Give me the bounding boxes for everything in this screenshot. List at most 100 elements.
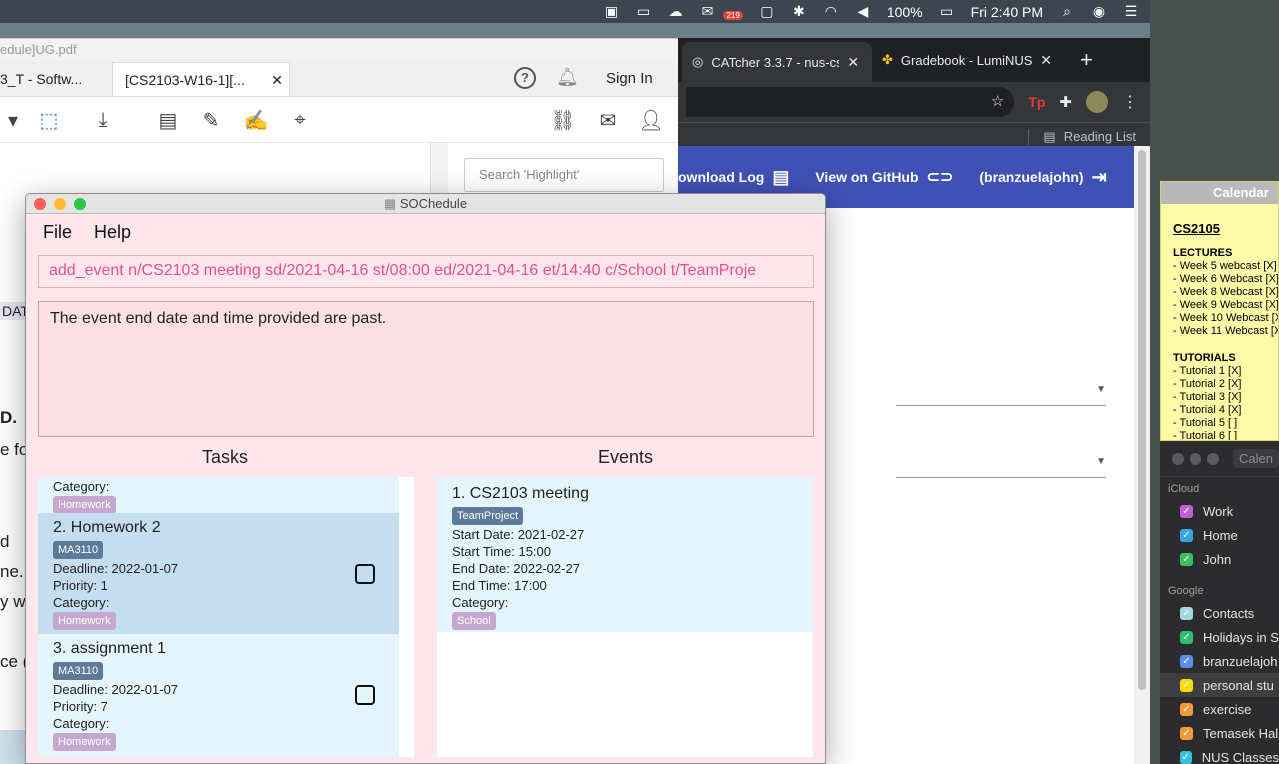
link-icon: ⊂⊃: [926, 169, 954, 186]
calendar-checkbox[interactable]: ✓: [1180, 750, 1192, 764]
dropdown-icon[interactable]: ▾: [0, 107, 26, 133]
extension-tp-icon[interactable]: Tp: [1028, 94, 1045, 110]
list-item[interactable]: 3. assignment 1 MA3110 Deadline: 2022-01…: [38, 634, 399, 757]
pdf-text-fragment: d: [0, 532, 10, 551]
close-window-button[interactable]: [34, 198, 46, 210]
bell-icon[interactable]: 🔔︎: [556, 67, 579, 88]
calendar-checkbox[interactable]: ✓: [1180, 504, 1193, 518]
draw-icon[interactable]: ✍: [243, 107, 269, 133]
zoom-window-button[interactable]: [74, 198, 86, 210]
battery-percent[interactable]: 100%: [887, 4, 923, 20]
minimize-window-button[interactable]: [54, 198, 66, 210]
logout-button[interactable]: (branzuelajohn) ⇥: [979, 167, 1106, 188]
select-tool-icon[interactable]: ⬚: [36, 107, 62, 133]
calendar-checkbox[interactable]: ✓: [1180, 528, 1193, 542]
dropdown-select[interactable]: ▼: [896, 450, 1106, 478]
close-window-button[interactable]: [1172, 452, 1184, 465]
calendar-checkbox[interactable]: ✓: [1180, 654, 1193, 668]
bookmark-star-icon[interactable]: ☆: [991, 92, 1004, 110]
event-list[interactable]: 1. CS2103 meeting TeamProject Start Date…: [437, 477, 813, 757]
page-scrollbar[interactable]: [1134, 146, 1150, 764]
note-line: - Week 9 Webcast [X]: [1173, 299, 1279, 311]
wifi-icon[interactable]: ◠: [823, 3, 839, 20]
window-icon[interactable]: ▢: [759, 3, 775, 20]
close-icon[interactable]: ✕: [271, 72, 283, 89]
dropdown-select[interactable]: ▼: [896, 378, 1106, 406]
note-line: - Week 8 Webcast [X]: [1173, 286, 1279, 298]
calendar-checkbox[interactable]: ✓: [1180, 726, 1193, 740]
task-title: 3. assignment 1: [53, 640, 166, 657]
email-icon[interactable]: ✉: [595, 107, 621, 133]
volume-icon[interactable]: ◀: [855, 3, 871, 20]
display-icon[interactable]: ▭: [635, 3, 651, 20]
scrollbar-thumb[interactable]: [1138, 150, 1146, 690]
profile-avatar[interactable]: [1086, 91, 1108, 113]
add-user-icon[interactable]: 👤︎: [638, 107, 664, 133]
calendar-checkbox[interactable]: ✓: [1180, 606, 1193, 620]
pdf-tab-active[interactable]: [CS2103-W16-1][... ✕: [112, 62, 290, 96]
calendar-checkbox[interactable]: ✓: [1180, 678, 1193, 692]
cloud-icon[interactable]: ☁: [667, 3, 683, 20]
pdf-tab[interactable]: 3_T - Softw...: [0, 62, 112, 96]
minimize-window-button[interactable]: [1189, 452, 1202, 465]
calendar-item[interactable]: ✓ personal stu: [1160, 673, 1279, 697]
extensions-puzzle-icon[interactable]: ✚: [1059, 93, 1072, 111]
list-item[interactable]: 1. CS2103 meeting TeamProject Start Date…: [437, 477, 813, 632]
calendar-item[interactable]: ✓ John: [1160, 547, 1279, 571]
stickies-note: Calendar CS2105 LECTURES - Week 5 webcas…: [1160, 181, 1279, 441]
event-tag: TeamProject: [452, 507, 524, 525]
calendar-item[interactable]: ✓ branzuelajoh: [1160, 649, 1279, 673]
browser-tab-active[interactable]: ◎ CATcher 3.3.7 - nus-cs ✕: [682, 42, 872, 82]
note-line: - Tutorial 2 [X]: [1173, 378, 1242, 390]
menu-help[interactable]: Help: [94, 222, 131, 243]
more-menu-icon[interactable]: ⋮: [1122, 92, 1138, 112]
pdf-search-input[interactable]: Search 'Highlight': [464, 158, 664, 192]
mail-icon[interactable]: ✉: [699, 3, 715, 20]
address-bar[interactable]: ☆: [686, 87, 1015, 117]
screen-record-icon[interactable]: ▣: [603, 3, 619, 20]
close-icon[interactable]: ✕: [1040, 52, 1052, 69]
sign-in-button[interactable]: Sign In: [606, 70, 653, 87]
calendar-item[interactable]: ✓ Work: [1160, 499, 1279, 523]
calendar-item-label: Holidays in S: [1203, 629, 1279, 645]
task-done-checkbox[interactable]: [355, 685, 375, 705]
highlight-icon[interactable]: ✎: [198, 107, 224, 133]
task-done-checkbox[interactable]: [355, 564, 375, 584]
calendar-search-field[interactable]: Calen: [1233, 449, 1279, 468]
note-line: - Tutorial 6 [ ]: [1173, 430, 1238, 441]
calendar-item[interactable]: ✓ exercise: [1160, 697, 1279, 721]
calendar-item-label: NUS Classes: [1201, 749, 1279, 764]
stamp-icon[interactable]: ⌖: [287, 107, 313, 133]
view-on-github-button[interactable]: View on GitHub ⊂⊃: [815, 167, 953, 187]
calendar-item[interactable]: ✓ Contacts: [1160, 601, 1279, 625]
menu-file[interactable]: File: [43, 222, 72, 243]
clock[interactable]: Fri 2:40 PM: [971, 4, 1043, 20]
link-icon[interactable]: ⛓: [550, 107, 576, 133]
close-icon[interactable]: ✕: [847, 54, 859, 71]
help-icon[interactable]: ?: [514, 67, 536, 89]
calendar-checkbox[interactable]: ✓: [1180, 552, 1193, 566]
module-tag: MA3110: [53, 541, 104, 559]
reading-list-button[interactable]: Reading List: [1064, 129, 1136, 144]
calendar-checkbox[interactable]: ✓: [1180, 630, 1193, 644]
siri-icon[interactable]: ◉: [1091, 3, 1107, 20]
bluetooth-icon[interactable]: ✱: [791, 3, 807, 20]
spotlight-search-icon[interactable]: ⌕: [1059, 3, 1075, 20]
calendar-item[interactable]: ✓ Temasek Hal: [1160, 721, 1279, 745]
new-tab-icon[interactable]: +: [1080, 47, 1093, 73]
calendar-item[interactable]: ✓ Home: [1160, 523, 1279, 547]
list-item[interactable]: Category: Homework: [38, 477, 399, 514]
task-list[interactable]: Category: Homework 2. Homework 2 MA3110 …: [38, 477, 414, 757]
control-center-icon[interactable]: ☰: [1123, 3, 1139, 20]
calendar-item[interactable]: ✓ NUS Classes: [1160, 745, 1279, 764]
list-item[interactable]: 2. Homework 2 MA3110 Deadline: 2022-01-0…: [38, 513, 399, 634]
note-line: - Week 10 Webcast [X]: [1173, 312, 1279, 324]
download-log-button[interactable]: ownload Log ▤: [678, 167, 789, 188]
browser-tab[interactable]: ✤ Gradebook - LumiNUS ✕: [872, 42, 1062, 78]
calendar-checkbox[interactable]: ✓: [1180, 702, 1193, 716]
zoom-window-button[interactable]: [1207, 452, 1220, 465]
comment-icon[interactable]: ▤: [155, 107, 181, 133]
command-input[interactable]: add_event n/CS2103 meeting sd/2021-04-16…: [38, 255, 814, 288]
calendar-item[interactable]: ✓ Holidays in S: [1160, 625, 1279, 649]
save-download-icon[interactable]: ⤓: [90, 107, 116, 133]
